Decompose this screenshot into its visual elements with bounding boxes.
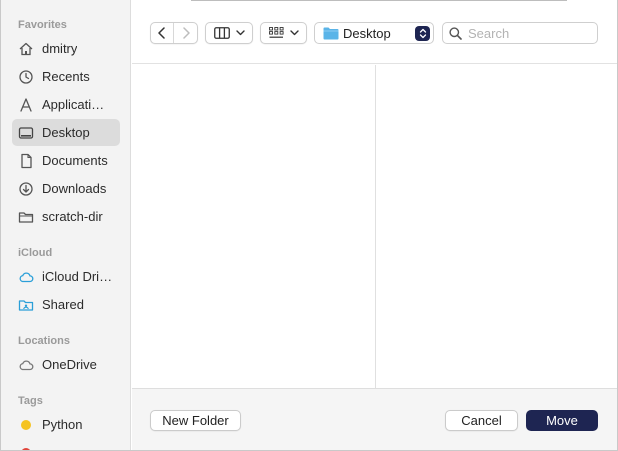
sidebar-item-onedrive[interactable]: OneDrive [12,351,120,378]
sidebar-item-downloads[interactable]: Downloads [12,175,120,202]
group-by-button[interactable] [260,22,307,44]
sidebar-item-label: Downloads [42,181,107,196]
tag-dot-icon [18,417,34,433]
sidebar: Favorites dmitry Recents Applicati… Desk… [1,0,131,450]
sidebar-item-label: Documents [42,153,108,168]
sidebar-item-label: iCloud Dri… [42,269,113,284]
popup-stepper-icon [415,26,430,41]
forward-button[interactable] [174,23,197,43]
column-browser[interactable] [132,65,617,388]
chevron-left-icon [158,27,165,39]
sidebar-item-label: Desktop [42,125,90,140]
columns-view-icon [213,27,230,39]
dialog-footer: New Folder Cancel Move [132,388,617,450]
grid-group-icon [268,27,284,38]
download-icon [18,181,34,197]
document-icon [18,153,34,169]
cancel-button[interactable]: Cancel [445,410,518,431]
search-icon [449,26,462,40]
location-popup[interactable]: Desktop [314,22,434,44]
clock-icon [18,69,34,85]
section-title-icloud: iCloud [18,247,53,259]
sidebar-item-recents[interactable]: Recents [12,63,120,90]
applications-icon [18,97,34,113]
sidebar-item-icloud-drive[interactable]: iCloud Dri… [12,263,120,290]
sidebar-item-tag-python[interactable]: Python [12,411,120,438]
section-title-favorites: Favorites [18,19,67,31]
tag-dot-icon [18,445,34,450]
sidebar-item-applications[interactable]: Applicati… [12,91,120,118]
sidebar-item-tag-next[interactable] [12,439,120,450]
new-folder-button[interactable]: New Folder [150,410,241,431]
sidebar-item-shared[interactable]: Shared [12,291,120,318]
sidebar-item-dmitry[interactable]: dmitry [12,35,120,62]
search-field[interactable] [442,22,598,44]
back-button[interactable] [151,23,175,43]
sidebar-item-label: Shared [42,297,84,312]
move-button[interactable]: Move [526,410,598,431]
sidebar-item-label: Python [42,417,83,432]
folder-icon [18,209,34,225]
toolbar: Desktop [132,1,617,64]
sidebar-item-label: dmitry [42,41,78,56]
chevron-down-icon [235,30,245,36]
chevron-down-icon [289,30,299,36]
sidebar-item-label: scratch-dir [42,209,103,224]
location-label: Desktop [343,25,391,41]
section-title-tags: Tags [18,395,43,407]
chevron-right-icon [182,27,190,39]
view-mode-button[interactable] [205,22,253,44]
icloud-icon [18,269,34,285]
sidebar-item-label: Recents [42,69,90,84]
folder-icon [323,27,339,39]
desktop-icon [18,125,34,141]
sidebar-item-label: OneDrive [42,357,97,372]
cloud-icon [18,357,34,373]
sidebar-item-desktop[interactable]: Desktop [12,119,120,146]
column-divider[interactable] [375,65,376,388]
home-icon [18,41,34,57]
shared-folder-icon [18,297,34,313]
sidebar-item-scratch-dir[interactable]: scratch-dir [12,203,120,230]
move-dialog: Favorites dmitry Recents Applicati… Desk… [0,0,618,451]
sidebar-item-label: Applicati… [42,97,105,112]
nav-button-group [150,22,198,44]
search-input[interactable] [468,25,588,41]
section-title-locations: Locations [18,335,70,347]
sidebar-item-documents[interactable]: Documents [12,147,120,174]
